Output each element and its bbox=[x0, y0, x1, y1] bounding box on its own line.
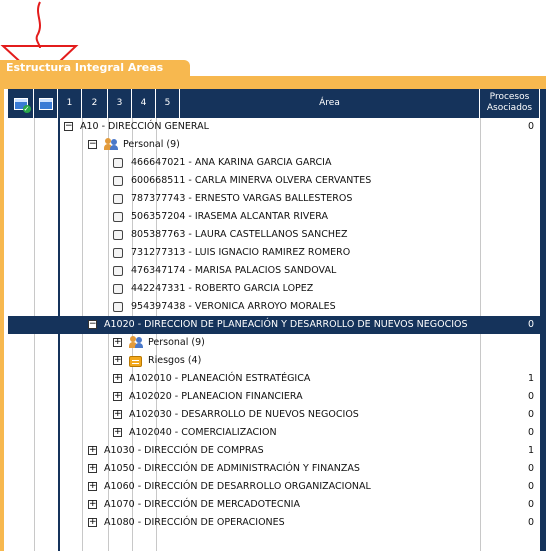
expand-toggle[interactable]: + bbox=[113, 428, 122, 437]
tree-row[interactable]: + A1030 - DIRECCIÓN DE COMPRAS 1 bbox=[58, 442, 540, 460]
tree-row[interactable]: 466647021 - ANA KARINA GARCIA GARCIA bbox=[58, 154, 540, 172]
row-label: A1070 - DIRECCIÓN DE MERCADOTECNIA bbox=[104, 499, 300, 510]
expand-toggle[interactable]: + bbox=[88, 446, 97, 455]
tree-row[interactable]: 787377743 - ERNESTO VARGAS BALLESTEROS bbox=[58, 190, 540, 208]
level-header-4[interactable]: 4 bbox=[132, 89, 156, 118]
row-label: A1030 - DIRECCIÓN DE COMPRAS bbox=[104, 445, 264, 456]
tree-row[interactable]: + A1080 - DIRECCIÓN DE OPERACIONES 0 bbox=[58, 514, 540, 532]
row-label: 506357204 - IRASEMA ALCANTAR RIVERA bbox=[131, 211, 328, 222]
row-checkbox[interactable] bbox=[113, 266, 123, 276]
procesos-count: 0 bbox=[527, 463, 534, 474]
row-checkbox[interactable] bbox=[113, 194, 123, 204]
procesos-count: 1 bbox=[527, 373, 534, 384]
risk-icon bbox=[129, 356, 142, 367]
row-label: 805387763 - LAURA CASTELLANOS SANCHEZ bbox=[131, 229, 348, 240]
tree-row[interactable]: 476347174 - MARISA PALACIOS SANDOVAL bbox=[58, 262, 540, 280]
tree-row[interactable]: + Personal (9) bbox=[58, 334, 540, 352]
expand-toggle[interactable]: + bbox=[88, 464, 97, 473]
tree-row[interactable]: + A1050 - DIRECCIÓN DE ADMINISTRACIÓN Y F… bbox=[58, 460, 540, 478]
tree-row[interactable]: 731277313 - LUIS IGNACIO RAMIREZ ROMERO bbox=[58, 244, 540, 262]
vertical-scrollbar[interactable] bbox=[540, 89, 546, 551]
tree-row[interactable]: + A1060 - DIRECCIÓN DE DESARROLLO ORGANIZ… bbox=[58, 478, 540, 496]
expand-toggle[interactable]: + bbox=[113, 338, 122, 347]
level-header-1[interactable]: 1 bbox=[58, 89, 82, 118]
row-label: 466647021 - ANA KARINA GARCIA GARCIA bbox=[131, 157, 332, 168]
row-checkbox[interactable] bbox=[113, 176, 123, 186]
row-label: A1060 - DIRECCIÓN DE DESARROLLO ORGANIZA… bbox=[104, 481, 371, 492]
row-label: A1080 - DIRECCIÓN DE OPERACIONES bbox=[104, 517, 285, 528]
tree-row[interactable]: 600668511 - CARLA MINERVA OLVERA CERVANT… bbox=[58, 172, 540, 190]
collapse-toggle[interactable]: − bbox=[64, 122, 73, 131]
procesos-count: 0 bbox=[527, 481, 534, 492]
row-label: 600668511 - CARLA MINERVA OLVERA CERVANT… bbox=[131, 175, 372, 186]
expand-toggle[interactable]: + bbox=[113, 374, 122, 383]
procesos-column-header[interactable]: Procesos Asociados bbox=[480, 89, 540, 118]
row-label: 442247331 - ROBERTO GARCIA LOPEZ bbox=[131, 283, 314, 294]
tree-row[interactable]: + A102010 - PLANEACIÓN ESTRATÉGICA 1 bbox=[58, 370, 540, 388]
level-header-2[interactable]: 2 bbox=[82, 89, 108, 118]
row-label: A1020 - DIRECCION DE PLANEACIÓN Y DESARR… bbox=[104, 319, 468, 330]
expand-toggle[interactable]: + bbox=[88, 500, 97, 509]
row-label: A102030 - DESARROLLO DE NUEVOS NEGOCIOS bbox=[129, 409, 359, 420]
row-checkbox[interactable] bbox=[113, 248, 123, 258]
grid-line bbox=[34, 118, 35, 551]
expand-toggle[interactable]: + bbox=[88, 482, 97, 491]
row-checkbox[interactable] bbox=[113, 284, 123, 294]
people-icon bbox=[104, 138, 118, 150]
tree-row[interactable]: + A102020 - PLANEACION FINANCIERA 0 bbox=[58, 388, 540, 406]
row-label: 476347174 - MARISA PALACIOS SANDOVAL bbox=[131, 265, 337, 276]
row-checkbox[interactable] bbox=[113, 158, 123, 168]
panel-top-border bbox=[0, 76, 546, 89]
check-all-header-button[interactable]: ✓ bbox=[8, 89, 34, 118]
panel-left-border bbox=[0, 76, 4, 551]
tree-row[interactable]: 506357204 - IRASEMA ALCANTAR RIVERA bbox=[58, 208, 540, 226]
panel-title-tab: Estructura Integral Areas bbox=[0, 60, 190, 77]
window-header-button[interactable] bbox=[34, 89, 58, 118]
row-label: A102040 - COMERCIALIZACION bbox=[129, 427, 277, 438]
expand-toggle[interactable]: + bbox=[113, 392, 122, 401]
row-label: 731277313 - LUIS IGNACIO RAMIREZ ROMERO bbox=[131, 247, 351, 258]
expand-toggle[interactable]: + bbox=[113, 410, 122, 419]
row-label: Personal (9) bbox=[148, 337, 205, 348]
expand-toggle[interactable]: + bbox=[113, 356, 122, 365]
tree-row[interactable]: − Personal (9) bbox=[58, 136, 540, 154]
tree-row[interactable]: − A1020 - DIRECCION DE PLANEACIÓN Y DESAR… bbox=[8, 316, 540, 334]
tree-row[interactable]: + Riesgos (4) bbox=[58, 352, 540, 370]
window-icon bbox=[38, 97, 53, 110]
level-header-3[interactable]: 3 bbox=[108, 89, 132, 118]
row-label: A10 - DIRECCIÓN GENERAL bbox=[80, 121, 209, 132]
row-checkbox[interactable] bbox=[113, 302, 123, 312]
level-header-5[interactable]: 5 bbox=[156, 89, 180, 118]
procesos-count: 0 bbox=[527, 319, 534, 330]
procesos-count: 1 bbox=[527, 445, 534, 456]
row-label: A102010 - PLANEACIÓN ESTRATÉGICA bbox=[129, 373, 311, 384]
area-column-header[interactable]: Área bbox=[180, 89, 480, 118]
row-label: Riesgos (4) bbox=[148, 355, 202, 366]
row-label: A1050 - DIRECCIÓN DE ADMINISTRACIÓN Y FI… bbox=[104, 463, 360, 474]
collapse-toggle[interactable]: − bbox=[88, 320, 97, 329]
procesos-count: 0 bbox=[527, 499, 534, 510]
row-checkbox[interactable] bbox=[113, 212, 123, 222]
row-label: A102020 - PLANEACION FINANCIERA bbox=[129, 391, 303, 402]
procesos-count: 0 bbox=[527, 427, 534, 438]
expand-toggle[interactable]: + bbox=[88, 518, 97, 527]
row-label: 787377743 - ERNESTO VARGAS BALLESTEROS bbox=[131, 193, 353, 204]
tree-row[interactable]: 954397438 - VERONICA ARROYO MORALES bbox=[58, 298, 540, 316]
procesos-count: 0 bbox=[527, 391, 534, 402]
people-icon bbox=[129, 336, 143, 348]
procesos-count: 0 bbox=[527, 121, 534, 132]
tree-row[interactable]: 442247331 - ROBERTO GARCIA LOPEZ bbox=[58, 280, 540, 298]
procesos-count: 0 bbox=[527, 517, 534, 528]
row-label: Personal (9) bbox=[123, 139, 180, 150]
procesos-count: 0 bbox=[527, 409, 534, 420]
tree-row[interactable]: + A1070 - DIRECCIÓN DE MERCADOTECNIA 0 bbox=[58, 496, 540, 514]
collapse-toggle[interactable]: − bbox=[88, 140, 97, 149]
checked-window-icon: ✓ bbox=[13, 97, 31, 113]
row-label: 954397438 - VERONICA ARROYO MORALES bbox=[131, 301, 336, 312]
tree-row[interactable]: 805387763 - LAURA CASTELLANOS SANCHEZ bbox=[58, 226, 540, 244]
row-checkbox[interactable] bbox=[113, 230, 123, 240]
tree-row[interactable]: + A102030 - DESARROLLO DE NUEVOS NEGOCIOS… bbox=[58, 406, 540, 424]
tree-row[interactable]: − A10 - DIRECCIÓN GENERAL 0 bbox=[58, 118, 540, 136]
tree-row[interactable]: + A102040 - COMERCIALIZACION 0 bbox=[58, 424, 540, 442]
